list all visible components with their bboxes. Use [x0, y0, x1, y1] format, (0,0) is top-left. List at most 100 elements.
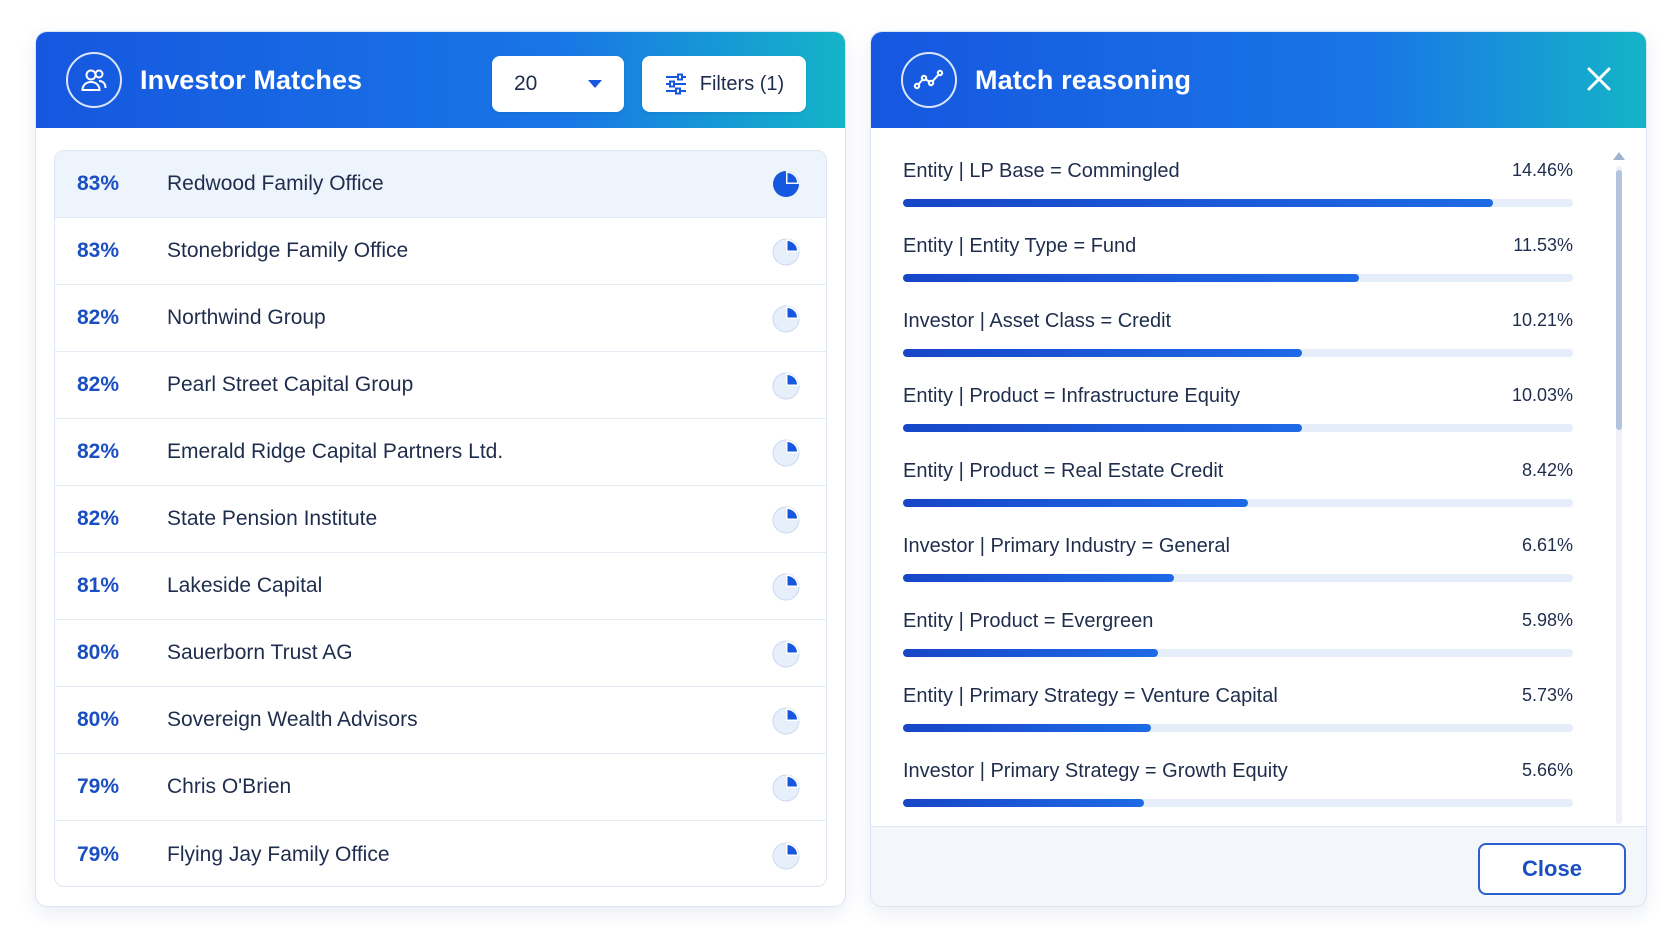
- investor-name: Lakeside Capital: [167, 574, 323, 597]
- reasoning-scrollbar[interactable]: [1612, 150, 1626, 840]
- reason-item: Investor | Asset Class = Credit 10.21%: [903, 300, 1573, 375]
- reason-bar-track: [903, 574, 1573, 582]
- pie-chart-icon[interactable]: [770, 771, 802, 803]
- match-percent: 79%: [77, 775, 120, 798]
- investor-row[interactable]: 81% Lakeside Capital: [55, 553, 826, 620]
- reason-bar-track: [903, 724, 1573, 732]
- investor-row[interactable]: 82% State Pension Institute: [55, 486, 826, 553]
- reason-value: 10.03%: [1511, 385, 1573, 405]
- results-count-select[interactable]: 20: [492, 56, 624, 112]
- investor-name: Redwood Family Office: [167, 172, 384, 195]
- reason-label: Investor | Primary Industry = General: [903, 535, 1230, 557]
- match-percent: 83%: [77, 172, 120, 195]
- pie-chart-icon[interactable]: [770, 436, 802, 468]
- reason-value: 14.46%: [1511, 160, 1573, 180]
- scroll-thumb[interactable]: [1616, 170, 1622, 430]
- investor-row[interactable]: 82% Pearl Street Capital Group: [55, 352, 826, 419]
- reason-bar-track: [903, 199, 1573, 207]
- results-count-value: 20: [514, 72, 538, 95]
- investor-row[interactable]: 79% Flying Jay Family Office: [55, 821, 826, 886]
- investor-matches-header: Investor Matches 20 Filters (1): [36, 32, 845, 128]
- reason-bar-track: [903, 499, 1573, 507]
- pie-chart-icon[interactable]: [770, 839, 802, 871]
- filters-button[interactable]: Filters (1): [642, 56, 806, 112]
- reason-label: Investor | Primary Strategy = Growth Equ…: [903, 760, 1288, 782]
- reason-label: Entity | LP Base = Commingled: [903, 160, 1180, 182]
- reason-value: 8.42%: [1521, 460, 1573, 480]
- reason-label: Entity | Entity Type = Fund: [903, 235, 1137, 257]
- pie-chart-icon[interactable]: [770, 704, 802, 736]
- match-percent: 80%: [77, 641, 120, 664]
- sliders-icon: [665, 73, 686, 95]
- investor-name: Northwind Group: [167, 306, 326, 329]
- pie-chart-icon[interactable]: [770, 570, 802, 602]
- investor-row[interactable]: 79% Chris O'Brien: [55, 754, 826, 821]
- investor-row[interactable]: 80% Sovereign Wealth Advisors: [55, 687, 826, 754]
- investor-row[interactable]: 82% Northwind Group: [55, 285, 826, 352]
- investor-row[interactable]: 80% Sauerborn Trust AG: [55, 620, 826, 687]
- match-percent: 82%: [77, 507, 120, 530]
- reason-bar-fill: [903, 574, 1175, 582]
- reason-item: Entity | Entity Type = Fund 11.53%: [903, 225, 1573, 300]
- reason-value: 5.98%: [1521, 610, 1573, 630]
- investor-matches-panel: Investor Matches 20 Filters (1) 83% Redwo…: [35, 31, 846, 907]
- reason-bar-fill: [903, 649, 1158, 657]
- reason-item: Entity | Product = Evergreen 5.98%: [903, 600, 1573, 675]
- pie-chart-icon[interactable]: [770, 235, 802, 267]
- reason-bar-track: [903, 274, 1573, 282]
- reason-value: 11.53%: [1513, 235, 1573, 255]
- reason-value: 10.21%: [1511, 310, 1573, 330]
- investor-row[interactable]: 83% Stonebridge Family Office: [55, 218, 826, 285]
- match-reasoning-panel: Match reasoning Entity | LP Base = Commi…: [870, 31, 1647, 907]
- scroll-up-icon[interactable]: [1613, 152, 1625, 160]
- reason-bar-track: [903, 799, 1573, 807]
- pie-chart-icon[interactable]: [770, 369, 802, 401]
- pie-chart-icon[interactable]: [770, 637, 802, 669]
- panel-footer: Close: [871, 826, 1646, 906]
- close-icon[interactable]: [1582, 62, 1616, 96]
- reason-bar-fill: [903, 724, 1151, 732]
- reason-bar-fill: [903, 274, 1359, 282]
- reason-label: Entity | Primary Strategy = Venture Capi…: [903, 685, 1278, 707]
- investor-name: Sauerborn Trust AG: [167, 641, 353, 664]
- reason-bar-track: [903, 349, 1573, 357]
- reason-bar-fill: [903, 424, 1302, 432]
- investor-name: Sovereign Wealth Advisors: [167, 708, 418, 731]
- investor-name: Pearl Street Capital Group: [167, 373, 414, 396]
- match-reasoning-header: Match reasoning: [871, 32, 1646, 128]
- line-chart-icon: [901, 52, 957, 108]
- investor-name: Stonebridge Family Office: [167, 239, 409, 262]
- reason-value: 5.66%: [1521, 760, 1573, 780]
- reason-item: Entity | Primary Strategy = Venture Capi…: [903, 675, 1573, 750]
- chevron-down-icon: [588, 80, 602, 88]
- reason-value: 6.61%: [1521, 535, 1573, 555]
- close-button[interactable]: Close: [1478, 843, 1626, 895]
- match-percent: 82%: [77, 440, 120, 463]
- investor-match-list: 83% Redwood Family Office 83% Stonebridge F…: [54, 150, 827, 887]
- investor-name: State Pension Institute: [167, 507, 378, 530]
- match-percent: 82%: [77, 306, 120, 329]
- reason-label: Investor | Asset Class = Credit: [903, 310, 1172, 332]
- match-percent: 79%: [77, 842, 120, 866]
- reason-bar-track: [903, 424, 1573, 432]
- investor-row[interactable]: 83% Redwood Family Office: [55, 151, 826, 218]
- match-reasoning-list: Entity | LP Base = Commingled 14.46% Entit…: [903, 150, 1573, 840]
- reason-item: Entity | LP Base = Commingled 14.46%: [903, 150, 1573, 225]
- reason-bar-fill: [903, 799, 1145, 807]
- reason-value: 5.73%: [1521, 685, 1573, 705]
- reason-bar-fill: [903, 199, 1493, 207]
- reason-label: Entity | Product = Evergreen: [903, 610, 1154, 632]
- reason-item: Investor | Primary Industry = General 6.6…: [903, 525, 1573, 600]
- pie-chart-icon[interactable]: [770, 168, 802, 200]
- investor-name: Chris O'Brien: [167, 775, 292, 798]
- match-percent: 82%: [77, 373, 120, 396]
- users-icon: [66, 52, 122, 108]
- reason-bar-fill: [903, 499, 1249, 507]
- reason-item: Entity | Product = Real Estate Credit 8.4…: [903, 450, 1573, 525]
- reason-label: Entity | Product = Real Estate Credit: [903, 460, 1224, 482]
- pie-chart-icon[interactable]: [770, 503, 802, 535]
- investor-row[interactable]: 82% Emerald Ridge Capital Partners Ltd.: [55, 419, 826, 486]
- investor-name: Flying Jay Family Office: [167, 842, 390, 866]
- pie-chart-icon[interactable]: [770, 302, 802, 334]
- investor-name: Emerald Ridge Capital Partners Ltd.: [167, 440, 504, 463]
